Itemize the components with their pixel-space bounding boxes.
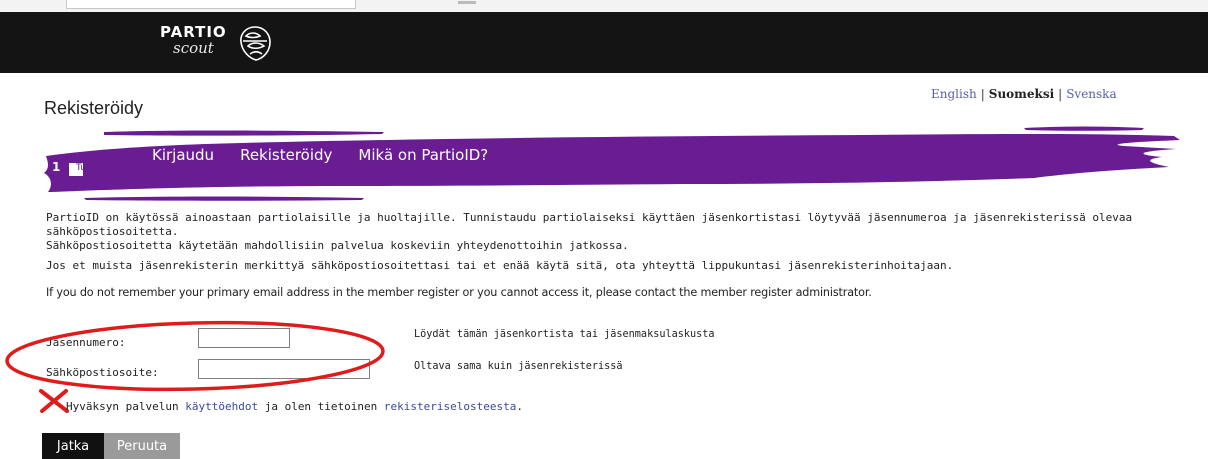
info-paragraph-1-line-1: PartioID on käytössä ainoastaan partiola… xyxy=(46,211,1133,238)
red-annotation-circle xyxy=(5,320,385,392)
language-swedish-link[interactable]: Svenska xyxy=(1066,87,1116,101)
continue-button[interactable]: Jatka xyxy=(42,433,104,459)
page-title: Rekisteröidy xyxy=(44,98,144,118)
step-number: 1 xyxy=(52,160,61,174)
nav-item-rekisteroidy[interactable]: Rekisteröidy xyxy=(240,146,332,164)
terms-suffix: . xyxy=(516,400,523,413)
info-paragraph-1-line-2: Sähköpostiosoitetta käytetään mahdollisi… xyxy=(46,239,629,252)
terms-prefix: Hyväksyn palvelun xyxy=(66,400,186,413)
step-label: Tu xyxy=(76,163,86,173)
email-hint: Oltava sama kuin jäsenrekisterissä xyxy=(414,361,623,372)
language-separator: | xyxy=(1058,87,1063,101)
scout-emblem-icon xyxy=(240,26,271,61)
site-header: PARTIO scout xyxy=(0,12,1208,73)
language-switcher: English | Suomeksi | Svenska xyxy=(931,87,1117,101)
language-english-link[interactable]: English xyxy=(931,87,977,101)
step-indicator: 1 Tu xyxy=(52,160,122,178)
terms-acceptance[interactable]: Hyväksyn palvelun käyttöehdot ja olen ti… xyxy=(66,400,523,413)
language-separator: | xyxy=(980,87,985,101)
nav-item-mika-on-partioid[interactable]: Mikä on PartioID? xyxy=(358,146,488,164)
info-paragraph-1: PartioID on käytössä ainoastaan partiola… xyxy=(46,211,1166,253)
partio-scout-logo[interactable]: PARTIO scout xyxy=(160,22,290,66)
member-number-hint: Löydät tämän jäsenkortista tai jäsenmaks… xyxy=(414,329,715,340)
cancel-button[interactable]: Peruuta xyxy=(104,433,180,459)
info-paragraph-2: Jos et muista jäsenrekisterin merkittyä … xyxy=(46,259,954,272)
terms-middle: ja olen tietoinen xyxy=(258,400,384,413)
toolbar-handle xyxy=(458,1,476,4)
main-nav: Kirjaudu Rekisteröidy Mikä on PartioID? xyxy=(152,146,488,164)
logo-text-scout: scout xyxy=(173,39,214,57)
register-description-link[interactable]: rekisteriselosteesta xyxy=(384,400,516,413)
address-bar[interactable] xyxy=(66,0,356,9)
info-paragraph-english: If you do not remember your primary emai… xyxy=(46,286,872,299)
nav-item-kirjaudu[interactable]: Kirjaudu xyxy=(152,146,214,164)
terms-of-use-link[interactable]: käyttöehdot xyxy=(185,400,258,413)
language-finnish-current: Suomeksi xyxy=(988,87,1055,101)
